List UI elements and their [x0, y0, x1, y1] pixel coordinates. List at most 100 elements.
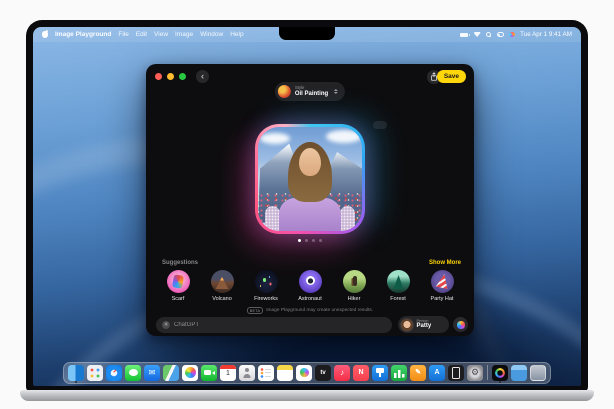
face-art — [299, 148, 321, 176]
dock-freeform[interactable] — [296, 365, 312, 381]
cloud-art — [260, 133, 290, 144]
person-picker-chip[interactable]: Person Patty — [398, 316, 449, 333]
dock-reminders[interactable] — [258, 365, 274, 381]
carousel-dot[interactable] — [312, 239, 315, 242]
suggestion-fireworks[interactable]: Fireworks — [246, 270, 286, 302]
style-picker-chip[interactable]: Style Oil Painting — [275, 82, 345, 101]
chatgpt-icon: ✳ — [162, 321, 170, 329]
dock: ✉ 1 tv ♪ N ✎ A ⚙ — [63, 362, 551, 384]
generated-image-frame[interactable] — [255, 124, 365, 234]
dock-apple-tv[interactable]: tv — [315, 365, 331, 381]
show-more-link[interactable]: Show More — [429, 260, 461, 266]
suggestion-label: Hiker — [348, 296, 361, 302]
wifi-icon[interactable] — [474, 32, 481, 37]
dock-finder[interactable] — [68, 365, 84, 381]
desktop: Image Playground File Edit View Image Wi… — [33, 27, 581, 386]
style-chip-value: Oil Painting — [295, 91, 328, 98]
suggestion-scarf[interactable]: Scarf — [158, 270, 198, 302]
suggestion-label: Scarf — [172, 296, 185, 302]
style-chip-text: Style Oil Painting — [295, 86, 328, 98]
dock-system-settings[interactable]: ⚙ — [467, 365, 483, 381]
dock-keynote[interactable] — [372, 365, 388, 381]
dock-mail[interactable]: ✉ — [144, 365, 160, 381]
disclaimer-text: Image Playground may create unexpected r… — [266, 308, 373, 313]
chevron-up-down-icon — [334, 89, 338, 95]
apple-tv-icon: tv — [320, 370, 325, 376]
dock-notes[interactable] — [277, 365, 293, 381]
menu-view[interactable]: View — [154, 31, 168, 38]
close-button[interactable] — [155, 73, 162, 80]
menu-help[interactable]: Help — [230, 31, 243, 38]
dock-numbers[interactable] — [391, 365, 407, 381]
person-chip-value: Patty — [417, 323, 432, 330]
zoom-button[interactable] — [179, 73, 186, 80]
dock-music[interactable]: ♪ — [334, 365, 350, 381]
suggestion-label: Astronaut — [298, 296, 322, 302]
sleeve-art — [265, 206, 280, 231]
carousel-dot[interactable] — [298, 239, 301, 242]
dock-maps[interactable] — [163, 365, 179, 381]
expand-badge[interactable] — [373, 121, 387, 129]
scarf-icon — [167, 270, 190, 293]
prompt-input[interactable] — [174, 322, 386, 328]
laptop-base — [20, 390, 594, 401]
suggestions-row: Scarf Volcano Fireworks Astronaut Hiker … — [158, 270, 462, 302]
carousel-dot[interactable] — [319, 239, 322, 242]
music-note-icon: ♪ — [340, 369, 344, 377]
styles-button[interactable] — [453, 317, 468, 332]
volcano-icon — [211, 270, 234, 293]
dock-contacts[interactable] — [239, 365, 255, 381]
image-playground-window: ‹ Save Style Oil Painting — [146, 64, 474, 336]
calendar-day: 1 — [220, 370, 236, 377]
gear-icon: ⚙ — [471, 368, 479, 377]
suggestion-hiker[interactable]: Hiker — [334, 270, 374, 302]
menu-app-name[interactable]: Image Playground — [55, 31, 111, 38]
suggestion-volcano[interactable]: Volcano — [202, 270, 242, 302]
generated-image — [258, 127, 362, 231]
dock-downloads-folder[interactable] — [511, 365, 527, 381]
dock-separator — [487, 365, 488, 380]
menu-edit[interactable]: Edit — [136, 31, 147, 38]
dock-launchpad[interactable] — [87, 365, 103, 381]
party-hat-icon — [431, 270, 454, 293]
search-icon[interactable] — [486, 32, 491, 37]
dock-app-store[interactable]: A — [429, 365, 445, 381]
status-area: Tue Apr 1 9:41 AM — [460, 31, 572, 38]
beta-badge: BETA — [247, 307, 263, 314]
suggestion-label: Volcano — [212, 296, 232, 302]
dock-pages[interactable]: ✎ — [410, 365, 426, 381]
apple-logo-icon[interactable] — [42, 31, 48, 38]
dock-iphone-mirroring[interactable] — [448, 365, 464, 381]
battery-icon[interactable] — [460, 33, 468, 37]
menu-clock[interactable]: Tue Apr 1 9:41 AM — [520, 31, 572, 38]
news-icon: N — [358, 369, 363, 376]
beta-disclaimer: BETA Image Playground may create unexpec… — [146, 307, 474, 314]
dock-safari[interactable] — [106, 365, 122, 381]
siri-icon[interactable] — [509, 32, 515, 38]
mail-icon: ✉ — [149, 369, 156, 377]
menu-image[interactable]: Image — [175, 31, 193, 38]
app-store-icon: A — [434, 369, 439, 376]
menu-window[interactable]: Window — [200, 31, 223, 38]
suggestion-party-hat[interactable]: Party Hat — [422, 270, 462, 302]
dock-news[interactable]: N — [353, 365, 369, 381]
suggestion-astronaut[interactable]: Astronaut — [290, 270, 330, 302]
dock-photos[interactable] — [182, 365, 198, 381]
dock-messages[interactable] — [125, 365, 141, 381]
suggestion-label: Fireworks — [254, 296, 278, 302]
suggestion-forest[interactable]: Forest — [378, 270, 418, 302]
pages-pen-icon: ✎ — [415, 369, 421, 376]
dock-facetime[interactable] — [201, 365, 217, 381]
menu-file[interactable]: File — [118, 31, 128, 38]
save-button[interactable]: Save — [437, 70, 466, 83]
dock-image-playground[interactable] — [492, 365, 508, 381]
carousel-dot[interactable] — [305, 239, 308, 242]
control-center-icon[interactable] — [497, 32, 504, 37]
back-button[interactable]: ‹ — [196, 70, 209, 83]
dock-trash[interactable] — [530, 365, 546, 381]
minimize-button[interactable] — [167, 73, 174, 80]
sweater-art — [279, 198, 341, 231]
dock-calendar[interactable]: 1 — [220, 365, 236, 381]
astronaut-icon — [299, 270, 322, 293]
prompt-bar[interactable]: ✳ — [156, 317, 392, 333]
